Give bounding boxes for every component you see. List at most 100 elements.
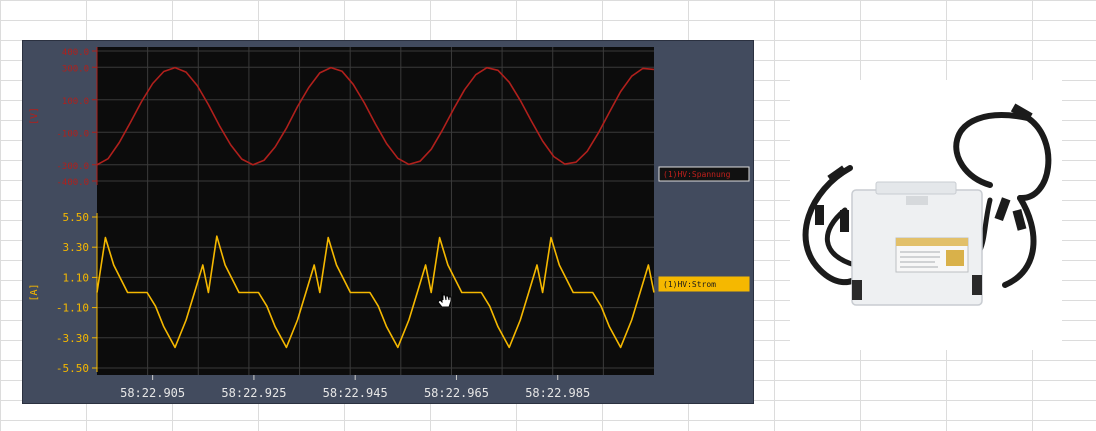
data-point <box>419 160 421 162</box>
data-point <box>430 149 432 151</box>
data-point <box>416 292 418 294</box>
data-point <box>141 101 143 103</box>
legend-label: (1)HV:Strom <box>663 280 716 289</box>
data-point <box>274 326 276 328</box>
data-point <box>531 120 533 122</box>
data-point <box>263 159 265 161</box>
data-point <box>96 292 98 294</box>
data-point <box>508 81 510 83</box>
data-point <box>286 347 288 349</box>
data-point <box>581 292 583 294</box>
data-point <box>481 292 483 294</box>
data-point <box>216 235 218 237</box>
data-point <box>305 292 307 294</box>
data-point <box>542 292 544 294</box>
y-tick-label: -3.30 <box>56 332 89 345</box>
data-point <box>336 264 338 266</box>
data-point <box>118 142 120 144</box>
data-point <box>185 71 187 73</box>
data-point <box>631 319 633 321</box>
y-tick-label: 400.0 <box>62 48 89 58</box>
y-tick-label: 5.50 <box>63 211 90 224</box>
data-point <box>397 347 399 349</box>
data-point <box>542 140 544 142</box>
plot-background <box>97 47 654 375</box>
data-point <box>572 292 574 294</box>
data-point <box>520 100 522 102</box>
data-point <box>350 292 352 294</box>
data-point <box>308 87 310 89</box>
mouse-cursor-icon <box>437 291 452 308</box>
data-point <box>447 264 449 266</box>
data-point <box>319 72 321 74</box>
data-point <box>386 326 388 328</box>
y-tick-label: 100.0 <box>62 97 89 107</box>
data-point <box>642 68 644 70</box>
data-point <box>620 91 622 93</box>
data-point <box>163 326 165 328</box>
data-point <box>155 305 157 307</box>
data-point <box>107 158 109 160</box>
data-point <box>369 292 371 294</box>
data-point <box>586 150 588 152</box>
data-point <box>377 305 379 307</box>
data-point <box>135 292 137 294</box>
data-point <box>258 292 260 294</box>
y-axis-label: [V] <box>29 107 40 125</box>
data-point <box>430 292 432 294</box>
data-point <box>508 347 510 349</box>
data-point <box>130 122 132 124</box>
data-point <box>489 305 491 307</box>
x-tick-label: 58:22.985 <box>525 386 590 400</box>
data-point <box>194 292 196 294</box>
data-point <box>208 292 210 294</box>
data-point <box>469 292 471 294</box>
data-point <box>364 102 366 104</box>
y-tick-label: -5.50 <box>56 362 89 375</box>
data-point <box>620 347 622 349</box>
data-point <box>327 237 329 239</box>
data-point <box>146 292 148 294</box>
data-point <box>241 158 243 160</box>
x-tick-label: 58:22.925 <box>221 386 286 400</box>
data-point <box>185 319 187 321</box>
y-tick-label: 3.30 <box>63 241 90 254</box>
data-point <box>230 144 232 146</box>
data-point <box>252 164 254 166</box>
data-point <box>598 132 600 134</box>
data-point <box>319 292 321 294</box>
y-tick-label: 300.0 <box>62 64 89 74</box>
legend-label: (1)HV:Spannung <box>663 170 731 179</box>
data-point <box>208 104 210 106</box>
data-point <box>174 67 176 69</box>
data-point <box>609 111 611 113</box>
data-point <box>397 157 399 159</box>
data-point <box>105 237 107 239</box>
data-point <box>196 85 198 87</box>
data-point <box>202 264 204 266</box>
data-point <box>386 143 388 145</box>
y-tick-label: -100.0 <box>56 129 89 139</box>
data-point <box>266 305 268 307</box>
data-point <box>425 264 427 266</box>
data-point <box>174 347 176 349</box>
data-point <box>497 326 499 328</box>
y-tick-label: -400.0 <box>56 178 89 188</box>
data-point <box>341 71 343 73</box>
data-point <box>163 71 165 73</box>
data-point <box>575 161 577 163</box>
data-point <box>127 292 129 294</box>
x-tick-label: 58:22.905 <box>120 386 185 400</box>
data-point <box>559 264 561 266</box>
data-point <box>297 106 299 108</box>
data-point <box>238 292 240 294</box>
data-point <box>553 156 555 158</box>
y-tick-label: -1.10 <box>56 302 89 315</box>
data-point <box>247 292 249 294</box>
data-point <box>631 75 633 77</box>
data-point <box>286 127 288 129</box>
y-tick-label: 1.10 <box>63 271 90 284</box>
data-point <box>648 264 650 266</box>
data-point <box>439 237 441 239</box>
data-point <box>375 123 377 125</box>
